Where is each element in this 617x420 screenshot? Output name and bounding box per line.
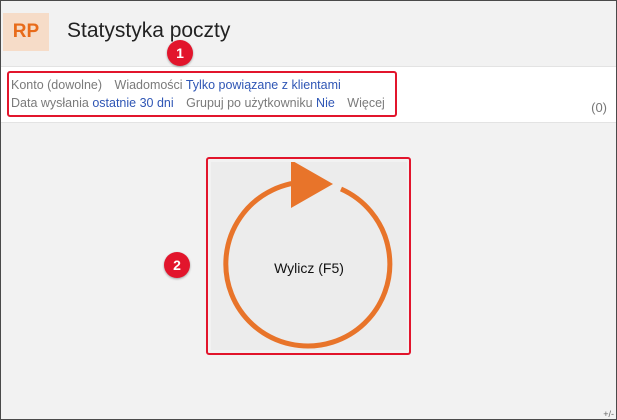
- calculate-label: Wylicz (F5): [274, 260, 344, 276]
- filter-group-by-user-value[interactable]: Nie: [316, 96, 335, 110]
- filter-messages-value[interactable]: Tylko powiązane z klientami: [186, 78, 341, 92]
- filter-group-by-user-label[interactable]: Grupuj po użytkowniku: [186, 96, 312, 110]
- filter-send-date-label[interactable]: Data wysłania: [11, 96, 89, 110]
- annotation-badge-2: 2: [164, 252, 190, 278]
- filter-row-1: Konto (dowolne) Wiadomości Tylko powiąza…: [11, 78, 341, 92]
- filter-account[interactable]: Konto (dowolne): [11, 78, 102, 92]
- annotation-badge-1: 1: [167, 40, 193, 66]
- filter-messages-label[interactable]: Wiadomości: [115, 78, 183, 92]
- page-title: Statystyka poczty: [67, 19, 231, 42]
- refresh-icon: [223, 162, 393, 349]
- result-count: (0): [591, 100, 607, 115]
- corner-resize-mark[interactable]: +/-: [603, 409, 614, 419]
- header: RP Statystyka poczty: [1, 1, 616, 65]
- filter-row-2: Data wysłania ostatnie 30 dni Grupuj po …: [11, 96, 385, 110]
- refresh-arrowhead: [291, 162, 333, 208]
- filter-more-link[interactable]: Więcej: [347, 96, 385, 110]
- window: RP Statystyka poczty Konto (dowolne) Wia…: [0, 0, 617, 420]
- calculate-button[interactable]: Wylicz (F5): [211, 162, 407, 350]
- filter-bar: Konto (dowolne) Wiadomości Tylko powiąza…: [1, 66, 616, 123]
- app-logo: RP: [3, 13, 49, 51]
- filter-send-date-value[interactable]: ostatnie 30 dni: [92, 96, 173, 110]
